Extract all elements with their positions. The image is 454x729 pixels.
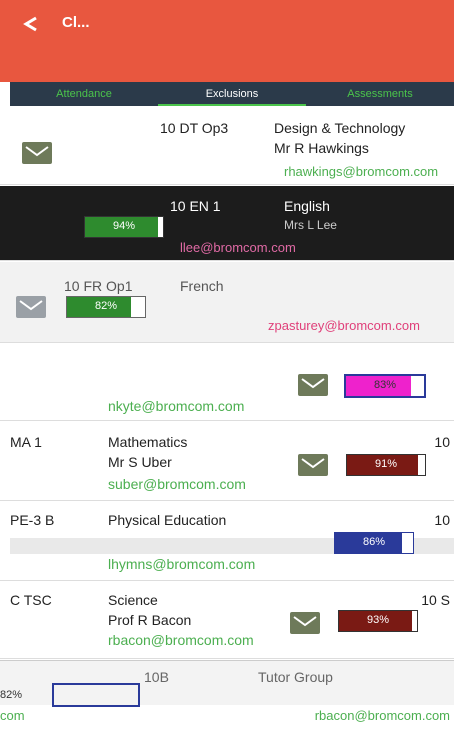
- class-teacher: Mr R Hawkings: [274, 140, 369, 156]
- list-item[interactable]: 10 EN 1 English Mrs L Lee llee@bromcom.c…: [0, 186, 454, 261]
- list-item[interactable]: nkyte@bromcom.com 83%: [0, 344, 454, 421]
- attendance-bar: 91%: [346, 454, 426, 476]
- attendance-percent: 83%: [373, 379, 397, 391]
- teacher-email[interactable]: rhawkings@bromcom.com: [284, 164, 438, 179]
- footer: com rbacon@bromcom.com: [0, 706, 454, 726]
- class-subject: English: [284, 198, 330, 214]
- class-teacher: Mr S Uber: [108, 454, 172, 470]
- class-group: 10 FR Op1: [64, 278, 133, 294]
- footer-email-fragment: com: [0, 708, 25, 723]
- class-subject: Mathematics: [108, 434, 188, 450]
- app-header: Cl...: [0, 0, 454, 82]
- back-button[interactable]: [16, 14, 52, 34]
- mail-icon[interactable]: [16, 296, 46, 318]
- class-code: C TSC: [10, 592, 52, 608]
- class-code: PE-3 B: [10, 512, 55, 528]
- teacher-email[interactable]: zpasturey@bromcom.com: [268, 318, 420, 333]
- class-teacher: Mrs L Lee: [284, 218, 337, 232]
- tab-tutor-group[interactable]: Tutor Group: [258, 669, 333, 685]
- list-item[interactable]: PE-3 B Physical Education 10 lhymns@brom…: [0, 502, 454, 581]
- class-group: 10: [434, 512, 450, 528]
- attendance-percent: 93%: [366, 614, 390, 626]
- mail-icon[interactable]: [298, 374, 328, 396]
- page-title: Cl...: [62, 14, 90, 31]
- tab-attendance[interactable]: Attendance: [10, 82, 158, 106]
- class-group: 10 EN 1: [170, 198, 221, 214]
- teacher-email[interactable]: llee@bromcom.com: [180, 240, 296, 255]
- tab-exclusions[interactable]: Exclusions: [158, 82, 306, 106]
- class-group: 10 DT Op3: [160, 120, 229, 136]
- class-group: 10 S: [421, 592, 450, 608]
- section-tabs: Attendance Exclusions Assessments: [10, 82, 454, 106]
- list-item[interactable]: 10 FR Op1 French zpasturey@bromcom.com 8…: [0, 262, 454, 343]
- teacher-email[interactable]: suber@bromcom.com: [108, 476, 246, 492]
- bottom-left-percent: 82%: [0, 689, 23, 701]
- list-item[interactable]: MA 1 Mathematics 10 Mr S Uber suber@brom…: [0, 422, 454, 501]
- list-item[interactable]: 10 DT Op3 Design & Technology Mr R Hawki…: [0, 112, 454, 185]
- class-subject: Design & Technology: [274, 120, 406, 136]
- attendance-bar: 93%: [338, 610, 418, 632]
- class-teacher: Prof R Bacon: [108, 612, 192, 628]
- mail-icon[interactable]: [22, 142, 52, 164]
- back-arrow-icon: [23, 16, 37, 32]
- attendance-bar: 86%: [334, 532, 414, 554]
- class-group: 10: [434, 434, 450, 450]
- attendance-percent: 91%: [374, 458, 398, 470]
- attendance-percent: 82%: [94, 300, 118, 312]
- attendance-bar: 94%: [84, 216, 164, 238]
- tab-assessments[interactable]: Assessments: [306, 82, 454, 106]
- class-subject: Physical Education: [108, 512, 227, 528]
- class-subject: Science: [108, 592, 158, 608]
- class-subject: French: [180, 278, 224, 294]
- mail-icon[interactable]: [298, 454, 328, 476]
- class-code: MA 1: [10, 434, 42, 450]
- mail-icon[interactable]: [290, 612, 320, 634]
- list-item[interactable]: C TSC Science 10 S Prof R Bacon rbacon@b…: [0, 582, 454, 659]
- teacher-email[interactable]: nkyte@bromcom.com: [108, 398, 244, 414]
- attendance-bar: 83%: [344, 374, 426, 398]
- tab-10b[interactable]: 10B: [144, 669, 169, 685]
- attendance-percent: 94%: [112, 220, 136, 232]
- selection-box[interactable]: [52, 683, 140, 707]
- teacher-email[interactable]: rbacon@bromcom.com: [108, 632, 254, 648]
- bottom-tab-bar: 10B Tutor Group 82%: [0, 660, 454, 707]
- attendance-bar: 82%: [66, 296, 146, 318]
- teacher-email[interactable]: lhymns@bromcom.com: [108, 556, 255, 572]
- footer-email[interactable]: rbacon@bromcom.com: [315, 708, 450, 723]
- attendance-percent: 86%: [362, 536, 386, 548]
